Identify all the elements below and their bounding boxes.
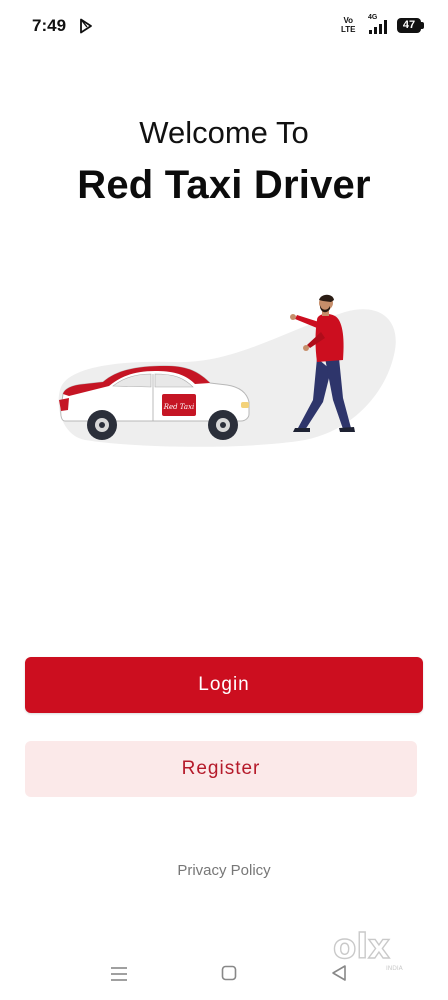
privacy-policy-link[interactable]: Privacy Policy: [0, 862, 448, 879]
welcome-text: Welcome To: [139, 115, 309, 150]
login-button[interactable]: Login: [25, 657, 423, 713]
volte-indicator: Vo LTE: [341, 16, 356, 34]
status-bar: 7:49 Vo LTE 4G 47: [0, 0, 448, 50]
home-icon[interactable]: [221, 965, 237, 981]
signal-icon: [369, 20, 387, 34]
menu-icon[interactable]: [110, 966, 128, 982]
battery-level: 47: [402, 19, 416, 31]
play-store-icon: [80, 18, 92, 34]
navigation-bar: [0, 950, 448, 1000]
taxi-illustration: Red Taxi: [58, 294, 396, 447]
back-icon[interactable]: [331, 964, 347, 982]
battery-icon: 47: [397, 18, 425, 33]
register-button[interactable]: Register: [25, 741, 417, 797]
svg-text:Red Taxi: Red Taxi: [163, 403, 195, 411]
app-title: Red Taxi Driver: [77, 163, 371, 207]
status-time: 7:49: [32, 16, 67, 35]
